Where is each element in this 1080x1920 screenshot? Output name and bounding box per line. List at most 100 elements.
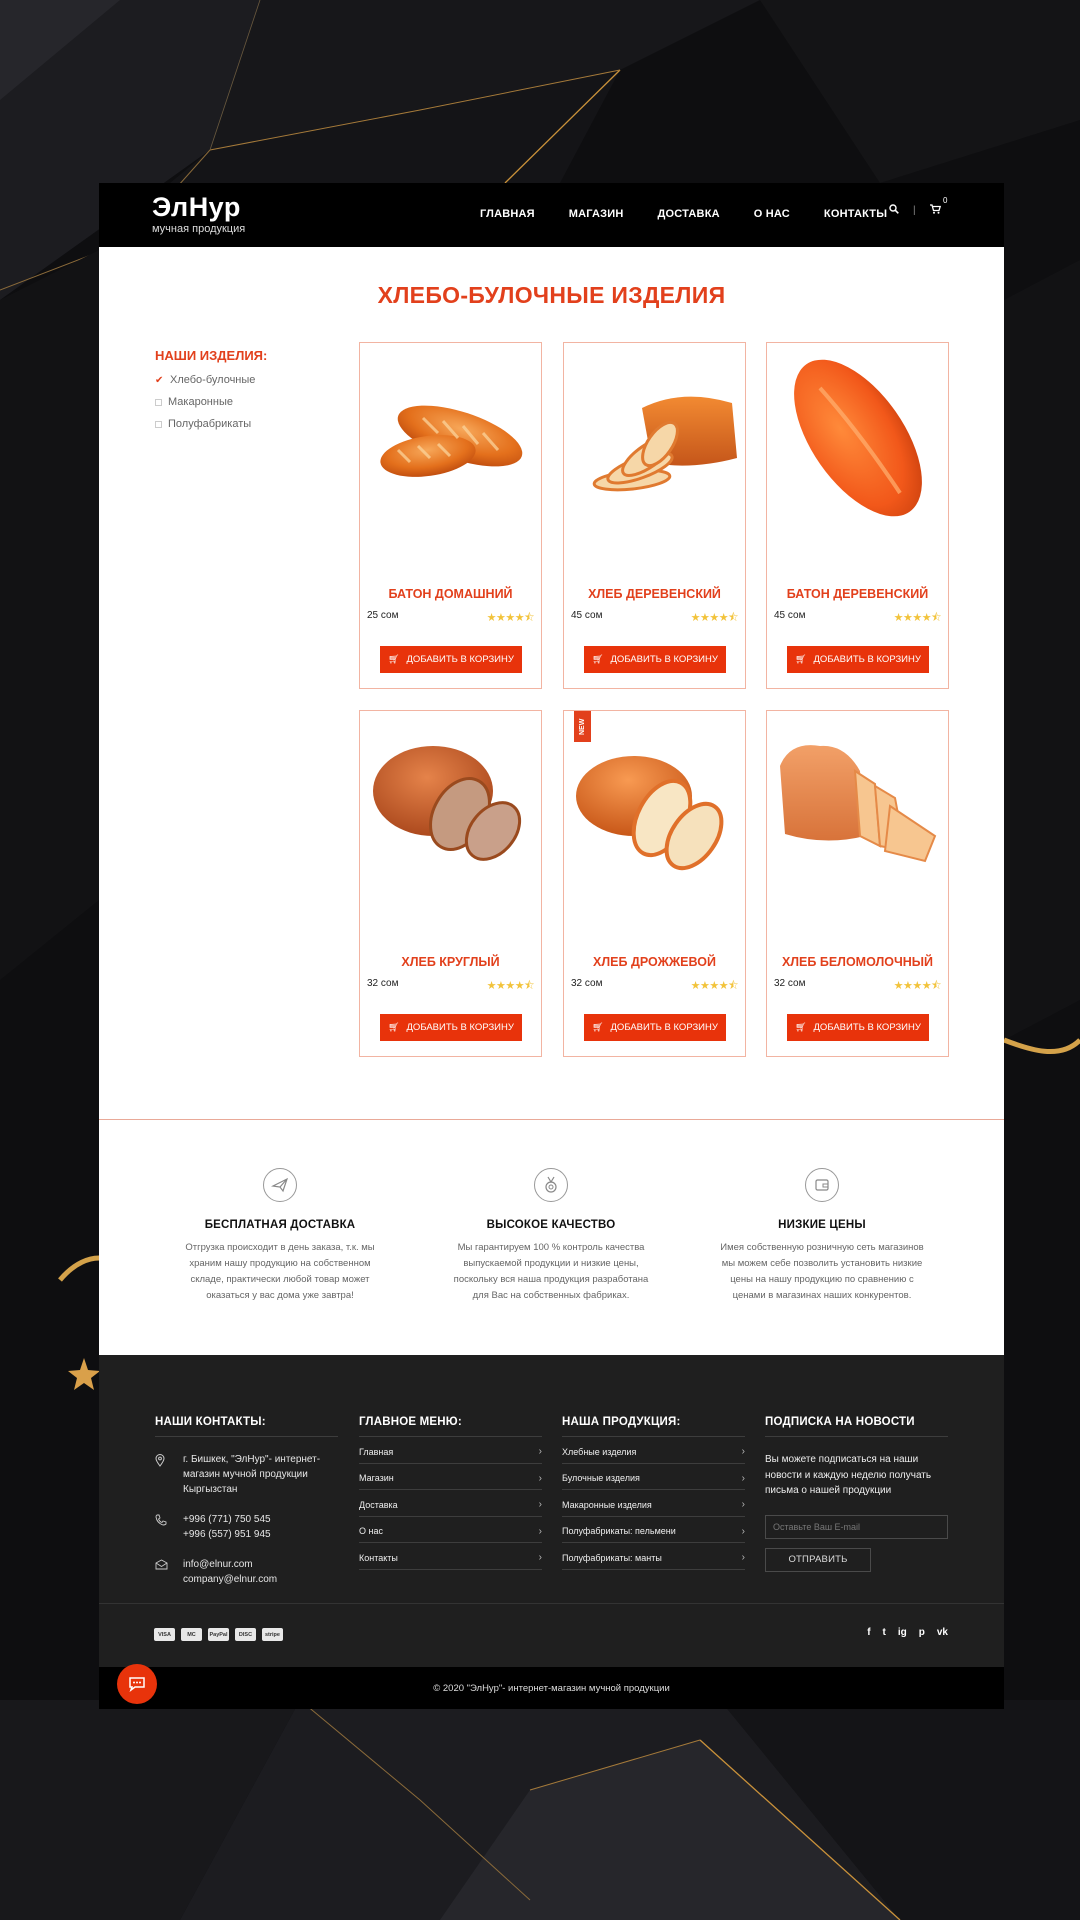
payment-social-row: VISA MC PayPal DISC stripe f t ig p vk [99,1603,1004,1667]
product-name[interactable]: БАТОН ДЕРЕВЕНСКИЙ [767,587,948,601]
add-to-cart-button[interactable]: 🛒︎ ДОБАВИТЬ В КОРЗИНУ [584,646,726,673]
newsletter-text: Вы можете подписаться на наши новости и … [765,1454,932,1496]
copyright-text: © 2020 "ЭлНур"- интернет-магазин мучной … [433,1682,670,1694]
nav-delivery[interactable]: ДОСТАВКА [658,208,720,220]
check-icon: ✔ [155,374,164,386]
main-content: ХЛЕБО-БУЛОЧНЫЕ ИЗДЕЛИЯ НАШИ ИЗДЕЛИЯ: ✔ Х… [99,247,1004,1119]
location-icon [155,1452,183,1497]
twitter-icon[interactable]: t [883,1627,886,1638]
product-card[interactable]: БАТОН ДОМАШНИЙ 25 сом ★★★★⯪ 🛒︎ ДОБАВИТЬ В… [359,342,542,689]
product-card[interactable]: БАТОН ДЕРЕВЕНСКИЙ 45 сом ★★★★⯪ 🛒︎ ДОБАВИТ… [766,342,949,689]
phone-number[interactable]: +996 (771) 750 545 [183,1512,271,1527]
product-name[interactable]: ХЛЕБ ДЕРЕВЕНСКИЙ [564,587,745,601]
nav-shop[interactable]: МАГАЗИН [569,208,624,220]
footer-link-manty[interactable]: Полуфабрикаты: манты › [562,1543,745,1570]
nav-about[interactable]: О НАС [754,208,790,220]
category-bakery[interactable]: ✔ Хлебо-булочные [155,369,267,391]
chevron-right-icon: › [538,1525,542,1537]
footer-link-label: Главная [359,1446,394,1457]
chevron-right-icon: › [741,1525,745,1537]
footer-link-shop[interactable]: Магазин › [359,1464,542,1490]
feature-quality: ВЫСОКОЕ КАЧЕСТВО Мы гарантируем 100 % ко… [446,1168,656,1304]
vk-icon[interactable]: vk [937,1627,948,1638]
facebook-icon[interactable]: f [867,1627,870,1638]
footer-link-buns[interactable]: Булочные изделия › [562,1464,745,1490]
product-price: 25 сом [367,610,399,621]
newsletter-submit-button[interactable]: ОТПРАВИТЬ [765,1547,871,1572]
product-name[interactable]: ХЛЕБ ДРОЖЖЕВОЙ [564,955,745,969]
category-pasta[interactable]: Макаронные [155,391,267,413]
add-to-cart-label: ДОБАВИТЬ В КОРЗИНУ [610,1022,718,1033]
checkbox-icon [155,398,162,406]
instagram-icon[interactable]: ig [898,1627,907,1638]
footer-link-pelmeni[interactable]: Полуфабрикаты: пельмени › [562,1517,745,1543]
contact-address: г. Бишкек, "ЭлНур"- интернет- магазин му… [155,1452,338,1497]
add-to-cart-button[interactable]: 🛒︎ ДОБАВИТЬ В КОРЗИНУ [787,1014,929,1041]
product-image-baton-village [794,359,922,517]
add-to-cart-label: ДОБАВИТЬ В КОРЗИНУ [813,654,921,665]
footer-heading: ГЛАВНОЕ МЕНЮ: [359,1416,542,1437]
chevron-right-icon: › [741,1552,745,1564]
product-name[interactable]: ХЛЕБ КРУГЛЫЙ [360,955,541,969]
footer-link-pasta[interactable]: Макаронные изделия › [562,1490,745,1517]
product-card[interactable]: ХЛЕБ КРУГЛЫЙ 32 сом ★★★★⯪ 🛒︎ ДОБАВИТЬ В К… [359,710,542,1057]
payment-methods: VISA MC PayPal DISC stripe [154,1628,289,1641]
chevron-right-icon: › [538,1552,542,1564]
add-to-cart-button[interactable]: 🛒︎ ДОБАВИТЬ В КОРЗИНУ [380,646,522,673]
rating-stars-icon: ★★★★⯪ [486,980,535,992]
features-section: БЕСПЛАТНАЯ ДОСТАВКА Отгрузка происходит … [99,1119,1004,1355]
footer-link-label: Магазин [359,1473,394,1484]
rating-stars-icon: ★★★★⯪ [690,612,739,624]
social-links: f t ig p vk [855,1627,948,1638]
footer-link-home[interactable]: Главная › [359,1437,542,1464]
product-name[interactable]: ХЛЕБ БЕЛОМОЛОЧНЫЙ [767,955,948,969]
phone-number[interactable]: +996 (557) 951 945 [183,1527,271,1542]
newsletter-email-input[interactable] [765,1514,948,1539]
footer-link-about[interactable]: О нас › [359,1517,542,1543]
footer-link-delivery[interactable]: Доставка › [359,1490,542,1517]
category-label: Полуфабрикаты [168,418,252,430]
category-label: Макаронные [168,396,233,408]
category-semifinished[interactable]: Полуфабрикаты [155,413,267,435]
search-icon[interactable] [889,204,899,217]
product-card[interactable]: NEW ХЛЕБ ДРОЖЖЕВОЙ 32 сом ★★★★⯪ 🛒︎ ДОБАВИ… [563,710,746,1057]
footer-menu: ГЛАВНОЕ МЕНЮ: Главная › Магазин › Доставка… [359,1416,542,1570]
checkbox-icon [155,420,162,428]
nav-contacts[interactable]: КОНТАКТЫ [824,208,887,220]
contact-phones: +996 (771) 750 545 +996 (557) 951 945 [155,1512,338,1542]
email-address[interactable]: info@elnur.com [183,1557,277,1572]
product-card[interactable]: ХЛЕБ ДЕРЕВЕНСКИЙ 45 сом ★★★★⯪ 🛒︎ ДОБАВИТЬ… [563,342,746,689]
footer-link-bread[interactable]: Хлебные изделия › [562,1437,745,1464]
add-to-cart-button[interactable]: 🛒︎ ДОБАВИТЬ В КОРЗИНУ [787,646,929,673]
phone-icon [155,1512,183,1542]
chat-button[interactable] [117,1664,157,1704]
product-price: 45 сом [774,610,806,621]
footer-newsletter: ПОДПИСКА НА НОВОСТИ Вы можете подписатьс… [765,1416,948,1572]
logo[interactable]: ЭлНур мучная продукция [152,192,245,235]
page-title: ХЛЕБО-БУЛОЧНЫЕ ИЗДЕЛИЯ [377,282,726,308]
product-card[interactable]: ХЛЕБ БЕЛОМОЛОЧНЫЙ 32 сом ★★★★⯪ 🛒︎ ДОБАВИТ… [766,710,949,1057]
feature-title: НИЗКИЕ ЦЕНЫ [778,1219,866,1231]
footer-link-contacts[interactable]: Контакты › [359,1543,542,1570]
pinterest-icon[interactable]: p [919,1627,925,1638]
discover-icon: DISC [235,1628,256,1641]
feature-text: Отгрузка происходит в день заказа, т.к. … [185,1242,375,1301]
cart-icon[interactable] [929,204,941,217]
chevron-right-icon: › [741,1472,745,1484]
cart-icon: 🛒︎ [795,654,807,664]
product-price: 32 сом [571,978,603,989]
product-name[interactable]: БАТОН ДОМАШНИЙ [360,587,541,601]
feature-delivery: БЕСПЛАТНАЯ ДОСТАВКА Отгрузка происходит … [175,1168,385,1304]
stripe-icon: stripe [262,1628,283,1641]
add-to-cart-button[interactable]: 🛒︎ ДОБАВИТЬ В КОРЗИНУ [380,1014,522,1041]
product-price: 32 сом [367,978,399,989]
email-address[interactable]: company@elnur.com [183,1572,277,1587]
cart-icon: 🛒︎ [592,1022,604,1032]
footer-link-label: Контакты [359,1552,398,1563]
address-line: Кыргызстан [183,1484,238,1495]
feature-title: БЕСПЛАТНАЯ ДОСТАВКА [204,1219,356,1231]
nav-home[interactable]: ГЛАВНАЯ [480,208,535,220]
cart-icon: 🛒︎ [592,654,604,664]
footer-link-label: Доставка [359,1499,398,1510]
add-to-cart-button[interactable]: 🛒︎ ДОБАВИТЬ В КОРЗИНУ [584,1014,726,1041]
